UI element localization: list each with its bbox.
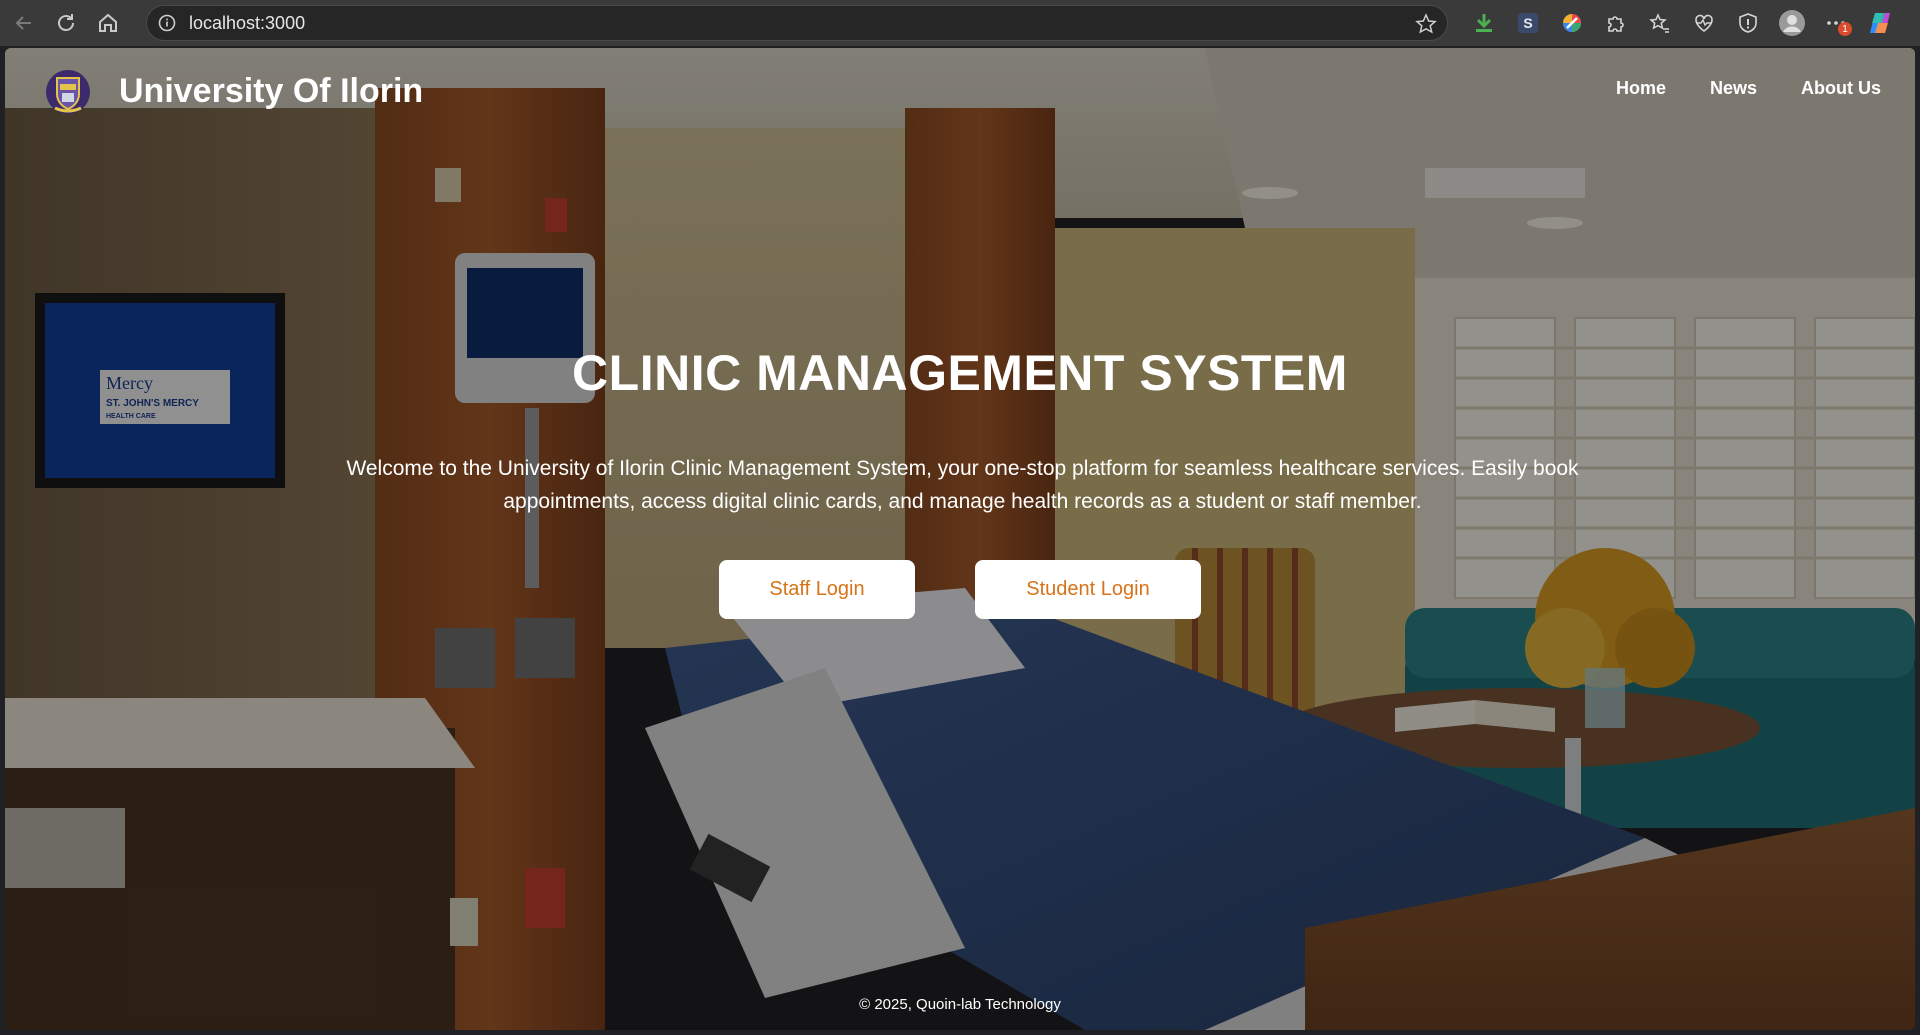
- url-text[interactable]: localhost:3000: [189, 13, 305, 34]
- site-info-icon[interactable]: [157, 13, 177, 33]
- favorites-icon[interactable]: [1638, 5, 1682, 41]
- back-arrow-icon: [15, 16, 31, 30]
- nav-home[interactable]: Home: [1616, 78, 1666, 99]
- svg-text:S: S: [1523, 15, 1532, 31]
- color-wheel-icon[interactable]: [1550, 5, 1594, 41]
- university-crest-icon[interactable]: [45, 68, 91, 116]
- notification-badge: 1: [1838, 22, 1852, 36]
- profile-avatar-icon[interactable]: [1770, 5, 1814, 41]
- nav-about-us[interactable]: About Us: [1801, 78, 1881, 99]
- page-viewport: Mercy ST. JOHN'S MERCY HEALTH CARE Unive…: [5, 48, 1915, 1030]
- nav-news[interactable]: News: [1710, 78, 1757, 99]
- more-icon[interactable]: 1: [1814, 5, 1858, 41]
- site-header: University Of Ilorin Home News About Us: [5, 48, 1915, 138]
- hero-title: CLINIC MANAGEMENT SYSTEM: [572, 345, 1348, 401]
- reload-button[interactable]: [48, 5, 84, 41]
- login-buttons: Staff Login Student Login: [5, 560, 1915, 619]
- copilot-icon[interactable]: [1858, 5, 1902, 41]
- download-icon[interactable]: [1462, 5, 1506, 41]
- bookmark-star-icon[interactable]: [1415, 13, 1437, 35]
- hero-description: Welcome to the University of Ilorin Clin…: [346, 457, 1579, 513]
- address-bar[interactable]: localhost:3000: [146, 5, 1448, 41]
- main-nav: Home News About Us: [1616, 78, 1881, 99]
- student-login-button[interactable]: Student Login: [975, 560, 1201, 619]
- footer-copyright: © 2025, Quoin-lab Technology: [859, 996, 1061, 1013]
- extensions-bar: S 1: [1462, 5, 1902, 41]
- site-brand[interactable]: University Of Ilorin: [119, 72, 423, 111]
- health-icon[interactable]: [1682, 5, 1726, 41]
- shield-icon[interactable]: [1726, 5, 1770, 41]
- home-button[interactable]: [90, 5, 126, 41]
- home-icon: [99, 13, 117, 32]
- dark-overlay: [5, 48, 1915, 1030]
- s-extension-icon[interactable]: S: [1506, 5, 1550, 41]
- staff-login-button[interactable]: Staff Login: [719, 560, 915, 619]
- puzzle-icon[interactable]: [1594, 5, 1638, 41]
- browser-toolbar: localhost:3000 S 1: [0, 0, 1920, 46]
- back-button[interactable]: [6, 5, 42, 41]
- reload-icon: [58, 14, 74, 31]
